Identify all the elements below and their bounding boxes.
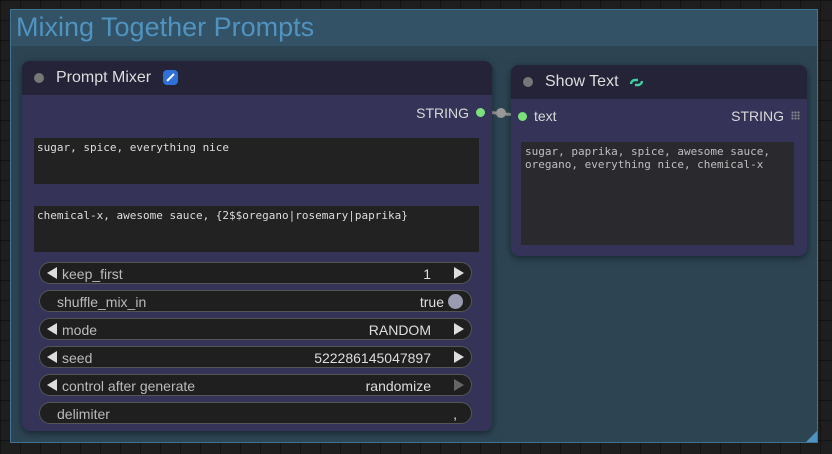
output-label: STRING bbox=[416, 105, 469, 121]
seed-widget[interactable]: seed 522286145047897 bbox=[39, 346, 472, 368]
shuffle-mix-in-toggle[interactable]: shuffle_mix_in true bbox=[39, 290, 472, 312]
shuffle-mix-in-label: shuffle_mix_in bbox=[57, 294, 147, 310]
control-after-generate-label: control after generate bbox=[62, 378, 196, 394]
prev-arrow-icon[interactable] bbox=[47, 323, 57, 335]
control-after-generate-combo[interactable]: control after generate randomize bbox=[39, 374, 472, 396]
increment-arrow-icon[interactable] bbox=[454, 351, 464, 363]
text-input-label: text bbox=[534, 108, 557, 124]
toggle-knob-icon bbox=[448, 294, 463, 309]
seed-value: 522286145047897 bbox=[314, 350, 431, 366]
shuffle-mix-in-value: true bbox=[419, 294, 444, 310]
link-midpoint[interactable] bbox=[496, 108, 506, 118]
increment-arrow-icon[interactable] bbox=[454, 267, 464, 279]
link-badge-icon bbox=[628, 74, 644, 89]
show-text-title: Show Text bbox=[545, 73, 619, 90]
grid-output-icon[interactable] bbox=[791, 111, 800, 120]
prompt-mixer-node[interactable]: Prompt Mixer STRING sugar, spice, everyt… bbox=[22, 61, 492, 431]
keep-first-value: 1 bbox=[423, 266, 431, 282]
show-text-node[interactable]: Show Text text STRING sugar, paprika, sp… bbox=[511, 65, 807, 256]
prompt-mixer-title: Prompt Mixer bbox=[56, 69, 152, 86]
show-text-header[interactable]: Show Text bbox=[511, 65, 807, 99]
delimiter-label: delimiter bbox=[57, 406, 110, 422]
delimiter-widget[interactable]: delimiter , bbox=[39, 402, 472, 424]
decrement-arrow-icon[interactable] bbox=[47, 267, 57, 279]
prev-arrow-icon[interactable] bbox=[47, 379, 57, 391]
prompt-text-2[interactable]: chemical-x, awesome sauce, {2$$oregano|r… bbox=[34, 206, 479, 252]
delimiter-value: , bbox=[453, 406, 457, 422]
seed-label: seed bbox=[62, 350, 93, 366]
prompt-mixer-header[interactable]: Prompt Mixer bbox=[22, 61, 492, 95]
show-text-output[interactable]: sugar, paprika, spice, awesome sauce, or… bbox=[521, 142, 794, 245]
decrement-arrow-icon[interactable] bbox=[47, 351, 57, 363]
next-arrow-icon[interactable] bbox=[454, 379, 464, 391]
mode-combo[interactable]: mode RANDOM bbox=[39, 318, 472, 340]
mode-label: mode bbox=[62, 322, 98, 338]
collapse-dot[interactable] bbox=[523, 77, 533, 87]
control-after-generate-value: randomize bbox=[365, 378, 431, 394]
collapse-dot[interactable] bbox=[34, 73, 44, 83]
keep-first-widget[interactable]: keep_first 1 bbox=[39, 262, 472, 284]
text-input-slot[interactable] bbox=[518, 112, 527, 121]
string-output-label: STRING bbox=[731, 108, 784, 124]
mode-value: RANDOM bbox=[368, 322, 431, 338]
keep-first-label: keep_first bbox=[62, 266, 123, 282]
next-arrow-icon[interactable] bbox=[454, 323, 464, 335]
output-slot[interactable] bbox=[476, 108, 485, 117]
prompt-text-1[interactable]: sugar, spice, everything nice bbox=[34, 138, 479, 184]
pencil-badge-icon bbox=[163, 70, 178, 85]
